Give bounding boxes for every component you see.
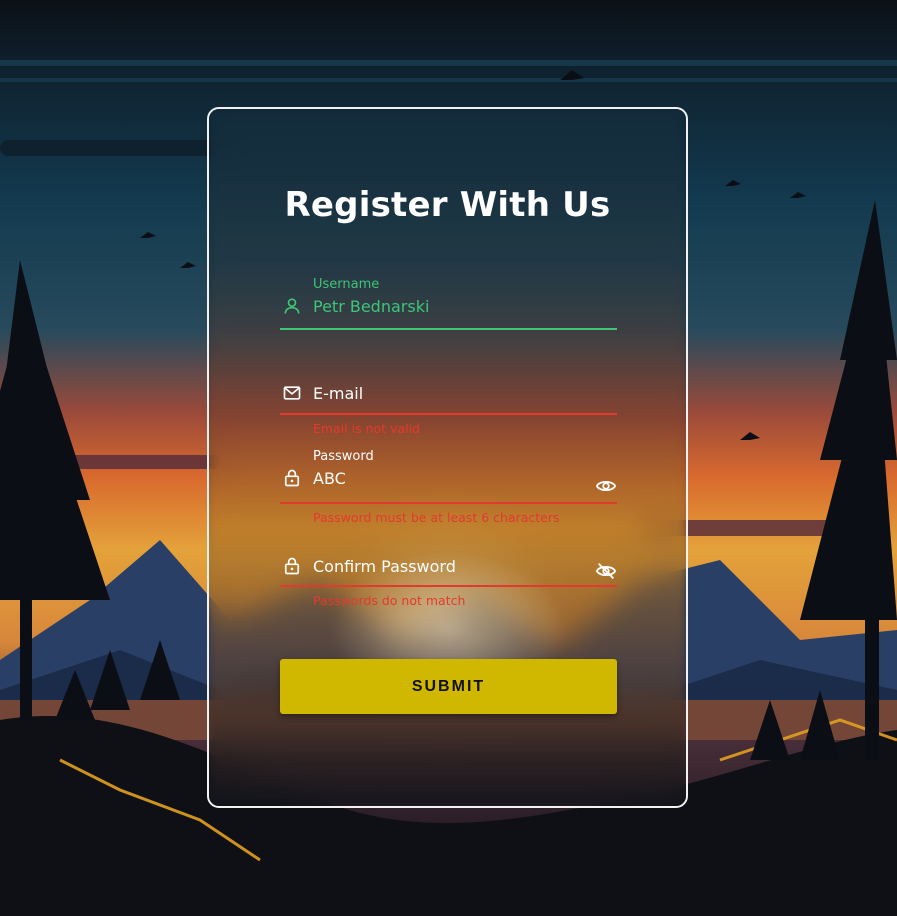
mail-icon — [283, 386, 301, 400]
register-card: Register With Us Username Petr Bednarski… — [207, 107, 688, 808]
password-underline — [280, 502, 617, 504]
eye-off-icon[interactable] — [595, 560, 617, 582]
username-input[interactable]: Petr Bednarski — [313, 297, 429, 316]
user-icon — [284, 298, 300, 314]
password-input[interactable]: ABC — [313, 469, 346, 488]
lock-icon — [284, 557, 300, 575]
username-label: Username — [313, 277, 380, 292]
confirm-password-underline — [280, 585, 617, 587]
confirm-password-field[interactable]: Confirm Password Passwords do not match — [280, 547, 617, 613]
email-input[interactable]: E-mail — [313, 384, 363, 403]
username-underline — [280, 328, 617, 330]
username-field[interactable]: Username Petr Bednarski — [280, 273, 617, 333]
password-error: Password must be at least 6 characters — [313, 510, 560, 525]
password-label: Password — [313, 449, 374, 464]
email-field[interactable]: E-mail Email is not valid — [280, 371, 617, 437]
confirm-password-input[interactable]: Confirm Password — [313, 557, 456, 576]
email-underline — [280, 413, 617, 415]
submit-button[interactable]: SUBMIT — [280, 659, 617, 714]
form-title: Register With Us — [284, 185, 611, 225]
eye-icon[interactable] — [595, 475, 617, 497]
lock-icon — [284, 469, 300, 487]
password-field[interactable]: Password ABC Password must be at least 6… — [280, 447, 617, 527]
email-error: Email is not valid — [313, 421, 420, 436]
confirm-password-error: Passwords do not match — [313, 593, 466, 608]
